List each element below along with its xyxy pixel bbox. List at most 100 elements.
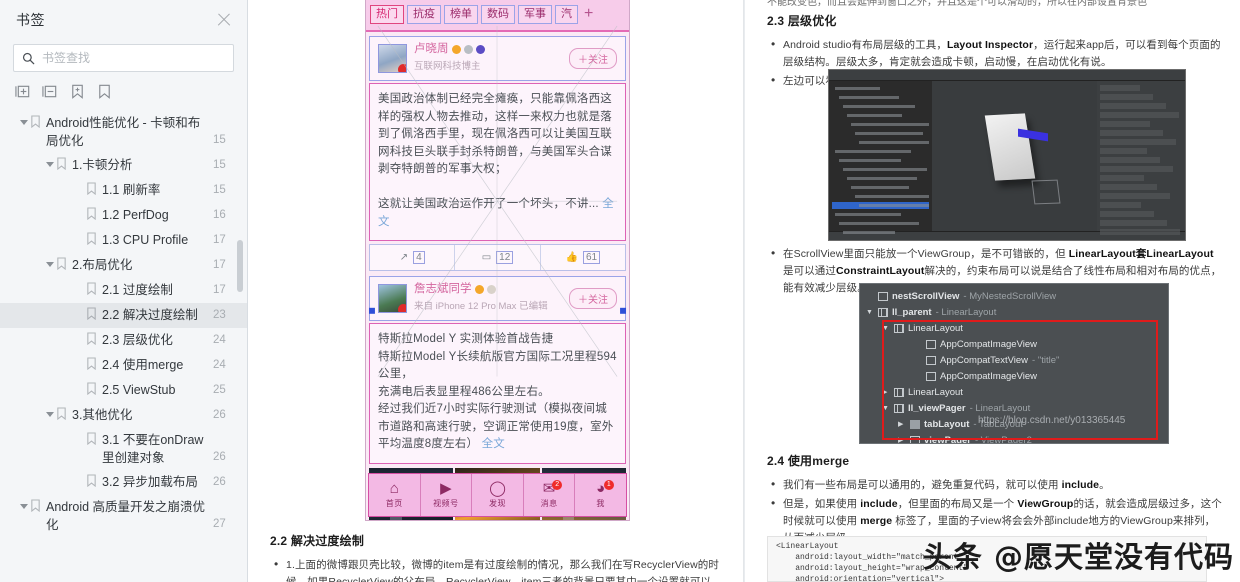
view-node-icon	[910, 435, 920, 443]
ide-tree-row	[832, 139, 929, 146]
chevron-down-icon[interactable]: ▼	[882, 405, 890, 412]
chevron-down-icon[interactable]	[46, 262, 54, 267]
bookmark-tree-item[interactable]: 1.2 PerfDog 16	[0, 203, 247, 228]
nav-profile[interactable]: ◕ 我 1	[575, 474, 626, 516]
ide-3d-canvas	[932, 81, 1097, 231]
app-tab[interactable]: 抗疫	[407, 4, 441, 24]
nav-home[interactable]: ⌂ 首页	[369, 474, 421, 516]
ide-tree-row	[832, 229, 929, 236]
ide-property-row	[1100, 103, 1166, 109]
bookmark-item-icon	[87, 382, 96, 395]
search-container	[0, 40, 247, 72]
search-box[interactable]	[13, 44, 234, 72]
view-node-name: AppCompatImageView	[940, 370, 1037, 382]
chevron-right-icon[interactable]: ▶	[898, 420, 906, 428]
chevron-right-icon[interactable]: ▶	[898, 436, 906, 443]
post-user-block-1: 卢晓周 互联网科技博主	[414, 43, 485, 74]
phone-screenshot-overdraw: 热门 抗疫 榜单 数码 军事汽 + 卢晓周 互联网科技博主 ＋关注 美国政治体制…	[365, 0, 630, 521]
collapse-all-icon[interactable]	[42, 83, 59, 100]
chevron-down-icon[interactable]	[46, 412, 54, 417]
bookmark-tree-item[interactable]: 3.1 不要在onDraw里创建对象 26	[0, 428, 247, 470]
comment-action[interactable]: ▭ 12	[455, 245, 541, 270]
bookmark-page-number: 16	[213, 209, 226, 221]
bookmark-tree-item[interactable]: 2.3 层级优化 24	[0, 328, 247, 353]
bookmark-item-icon	[57, 407, 66, 420]
add-bookmark-icon[interactable]	[69, 83, 86, 100]
ide-tree-row	[832, 94, 929, 101]
nav-search[interactable]: ◯ 发现	[472, 474, 524, 516]
nav-video[interactable]: ▶ 视频号	[421, 474, 473, 516]
view-node-icon	[878, 307, 888, 317]
ide-property-row	[1100, 220, 1167, 226]
like-action[interactable]: 👍 61	[541, 245, 625, 270]
bookmark-item-icon	[87, 432, 96, 445]
chevron-down-icon[interactable]	[20, 120, 28, 125]
bookmark-tree-item[interactable]: Android性能优化 - 卡顿和布局优化 15	[0, 111, 247, 153]
view-node-name: tabLayout	[924, 418, 970, 430]
ide-tree-row	[832, 175, 929, 182]
ide-property-row	[1100, 94, 1153, 100]
bookmark-tree-item[interactable]: 2.1 过度绘制 17	[0, 278, 247, 303]
follow-button-1[interactable]: ＋关注	[569, 48, 617, 69]
search-icon	[22, 52, 35, 64]
chevron-down-icon[interactable]: ▼	[866, 309, 874, 316]
add-tab-icon[interactable]: +	[584, 5, 593, 23]
sidebar-scrollbar[interactable]	[237, 240, 243, 292]
chevron-down-icon[interactable]	[20, 504, 28, 509]
close-icon[interactable]	[215, 11, 233, 29]
bookmark-tree-item[interactable]: 3.2 异步加载布局 26	[0, 470, 247, 495]
bullet-item: Android studio有布局层级的工具，Layout Inspector，…	[767, 36, 1222, 71]
bookmark-tree-item[interactable]: 1.1 刷新率 15	[0, 178, 247, 203]
ide-tree-row	[832, 112, 929, 119]
bookmark-item-icon	[31, 115, 40, 128]
nav-message[interactable]: ✉ 消息 2	[524, 474, 576, 516]
app-tab[interactable]: 汽	[555, 4, 578, 24]
bookmark-item-icon	[87, 182, 96, 195]
app-tab[interactable]: 热门	[370, 4, 404, 24]
bookmark-tree-item[interactable]: 2.4 使用merge 24	[0, 353, 247, 378]
chevron-down-icon[interactable]: ▼	[882, 325, 890, 332]
bookmark-label: 2.布局优化	[72, 258, 133, 272]
app-tab[interactable]: 榜单	[444, 4, 478, 24]
bookmark-icon[interactable]	[96, 83, 113, 100]
expand-all-icon[interactable]	[15, 83, 32, 100]
post-username-1: 卢晓周	[414, 43, 485, 56]
app-tab[interactable]: 数码	[481, 4, 515, 24]
post-text-2: 特斯拉Model Y 实测体验首战告捷 特斯拉Model Y长续航版官方国际工况…	[369, 323, 626, 464]
view-node-name: ll_parent	[892, 306, 932, 318]
bookmark-tree-item[interactable]: Android 高质量开发之崩溃优化 27	[0, 495, 247, 537]
ide-tree-row	[832, 85, 929, 92]
bookmark-tree-item[interactable]: 1.3 CPU Profile 17	[0, 228, 247, 253]
app-tab-bar: 热门 抗疫 榜单 数码 军事汽 +	[366, 0, 629, 32]
bookmark-tree-item[interactable]: 3.其他优化 26	[0, 403, 247, 428]
view-tree-row: AppCompatImageView	[860, 368, 1168, 384]
follow-button-2[interactable]: ＋关注	[569, 288, 617, 309]
action-count: 12	[496, 251, 514, 264]
bookmark-item-icon	[87, 307, 96, 320]
view-node-type: - ViewPager2	[975, 434, 1032, 444]
bookmark-label: 3.2 异步加载布局	[102, 475, 198, 489]
app-tab[interactable]: 军事	[518, 4, 552, 24]
search-input[interactable]	[42, 51, 225, 65]
verified-badge-icon	[451, 45, 461, 54]
post-header-2: 詹志斌同学 来自 iPhone 12 Pro Max 已编辑 ＋关注	[369, 276, 626, 321]
chevron-down-icon[interactable]	[46, 162, 54, 167]
view-hierarchy-screenshot: nestScrollView - MyNestedScrollView ▼ ll_pa…	[859, 283, 1169, 444]
ide-tree-row	[832, 211, 929, 218]
chevron-right-icon[interactable]: ▶	[882, 388, 890, 396]
view-tree-row: ▶ LinearLayout	[860, 384, 1168, 400]
ide-property-row	[1100, 157, 1160, 163]
bookmark-tree-item[interactable]: 2.布局优化 17	[0, 253, 247, 278]
post-text-1-tail: 这就让美国政治运作开了一个坏头，不讲...	[378, 198, 599, 210]
post-more-link-2[interactable]: 全文	[482, 438, 505, 450]
share-action[interactable]: ↗ 4	[370, 245, 456, 270]
bookmark-tree-item[interactable]: 2.5 ViewStub 25	[0, 378, 247, 403]
bookmark-tree-item[interactable]: 2.2 解决过度绘制 23	[0, 303, 247, 328]
bookmark-label: Android 高质量开发之崩溃优化	[46, 500, 206, 532]
badge-count: 2	[552, 480, 563, 490]
bookmark-tree-item[interactable]: 1.卡顿分析 15	[0, 153, 247, 178]
bookmark-tree[interactable]: Android性能优化 - 卡顿和布局优化 15 1.卡顿分析 15 1.1 刷新率 15…	[0, 109, 247, 582]
bookmark-page-number: 24	[213, 334, 226, 346]
bookmark-page-number: 15	[213, 134, 226, 146]
view-node-type: - LinearLayout	[935, 306, 997, 318]
